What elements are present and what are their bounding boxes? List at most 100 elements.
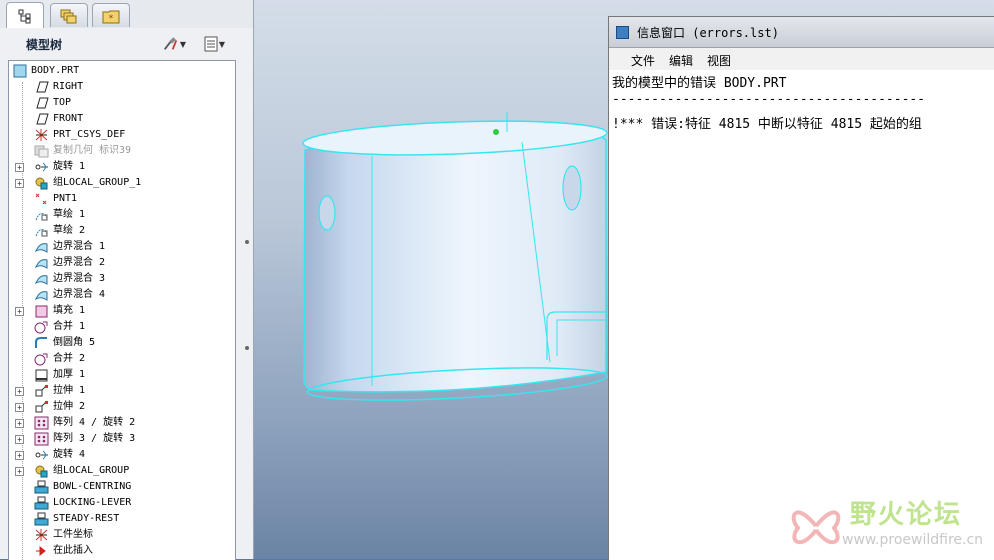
tree-item[interactable]: PNT1: [9, 191, 235, 207]
tree-item[interactable]: 复制几何 标识39: [9, 143, 235, 159]
expand-toggle-icon[interactable]: +: [15, 419, 24, 428]
info-window: 信息窗口 (errors.lst) 文件 编辑 视图 我的模型中的错误 BODY…: [608, 16, 994, 560]
menu-file[interactable]: 文件: [631, 52, 655, 69]
tree-item-label: 边界混合 2: [53, 257, 106, 268]
expand-toggle-icon[interactable]: +: [15, 467, 24, 476]
info-content[interactable]: 我的模型中的错误 BODY.PRT ----------------------…: [609, 70, 994, 560]
tree-item[interactable]: 边界混合 2: [9, 255, 235, 271]
layers-icon: [60, 9, 77, 23]
info-window-titlebar[interactable]: 信息窗口 (errors.lst): [609, 17, 994, 48]
tree-item[interactable]: 合并 1: [9, 319, 235, 335]
forum-watermark: 野火论坛 www.proewildfire.cn: [784, 492, 994, 559]
tree-item-label: 阵列 4 / 旋转 2: [53, 417, 136, 428]
tree-item-label: 合并 1: [53, 321, 86, 332]
copy-geom-icon: [34, 145, 49, 158]
splitter-grip: [245, 240, 249, 244]
tree-item[interactable]: 草绘 2: [9, 223, 235, 239]
extrude-icon: [35, 384, 48, 397]
tree-item[interactable]: + 拉伸 1: [9, 383, 235, 399]
pattern-icon: [34, 432, 49, 446]
tree-item-label: 合并 2: [53, 353, 86, 364]
revolve-icon: [35, 162, 48, 172]
pattern-icon: [34, 416, 49, 430]
tab-favorites[interactable]: *: [92, 3, 130, 27]
sketch-icon: [35, 213, 48, 221]
tree-item[interactable]: RIGHT: [9, 79, 235, 95]
tree-item[interactable]: + 组LOCAL_GROUP_1: [9, 175, 235, 191]
tree-item[interactable]: 加厚 1: [9, 367, 235, 383]
tree-item[interactable]: + 旋转 4: [9, 447, 235, 463]
sketch-icon: [35, 229, 48, 237]
list-icon: [204, 36, 218, 52]
fill-icon: [35, 305, 48, 318]
tree-root[interactable]: BODY.PRT: [9, 63, 235, 79]
info-line: 我的模型中的错误 BODY.PRT: [612, 76, 787, 91]
expand-toggle-icon[interactable]: +: [15, 403, 24, 412]
model-tree-icon: [18, 9, 31, 23]
model-tree-panel: * 模型树 ▼ ▼ BODY.PRT RIGHT TOP FRONT PRT_CSYS…: [0, 0, 254, 560]
round-icon: [35, 337, 47, 348]
tab-model-tree[interactable]: [6, 2, 44, 28]
tree-item-label: TOP: [53, 97, 72, 108]
tree-item[interactable]: + 组LOCAL_GROUP: [9, 463, 235, 479]
boundary-blend-icon: [34, 259, 48, 269]
part-icon: [13, 64, 27, 78]
tree-item-label: 复制几何 标识39: [53, 145, 132, 156]
info-error-line: !*** 错误:特征 4815 中断以特征 4815 起始的组: [612, 117, 922, 132]
menu-view[interactable]: 视图: [707, 52, 731, 69]
expand-toggle-icon[interactable]: +: [15, 387, 24, 396]
tree-item[interactable]: BOWL-CENTRING: [9, 479, 235, 495]
datum-plane-icon: [36, 113, 49, 125]
tree-item-label: 在此插入: [53, 545, 93, 556]
tree-item[interactable]: TOP: [9, 95, 235, 111]
chevron-down-icon: ▼: [218, 39, 226, 49]
tree-item[interactable]: 草绘 1: [9, 207, 235, 223]
boundary-blend-icon: [34, 243, 48, 253]
datum-point-icon: [35, 193, 47, 205]
menu-edit[interactable]: 编辑: [669, 52, 693, 69]
tree-item-label: 边界混合 4: [53, 289, 106, 300]
tree-item[interactable]: + 拉伸 2: [9, 399, 235, 415]
expand-toggle-icon[interactable]: +: [15, 163, 24, 172]
butterfly-logo-icon: [791, 510, 841, 545]
merge-icon: [34, 321, 48, 334]
tree-item-label: PNT1: [53, 193, 78, 204]
tree-item-label: 工件坐标: [53, 529, 93, 540]
tree-item[interactable]: + 阵列 3 / 旋转 3: [9, 431, 235, 447]
tree-item[interactable]: 工件坐标: [9, 527, 235, 543]
tree-header: 模型树 ▼ ▼: [0, 30, 253, 60]
component-icon: [34, 480, 49, 494]
tree-item[interactable]: + 旋转 1: [9, 159, 235, 175]
tree-item-label: 边界混合 3: [53, 273, 106, 284]
expand-toggle-icon[interactable]: +: [15, 179, 24, 188]
watermark-url: www.proewildfire.cn: [842, 532, 984, 548]
tree-item[interactable]: LOCKING-LEVER: [9, 495, 235, 511]
tree-item[interactable]: 边界混合 1: [9, 239, 235, 255]
expand-toggle-icon[interactable]: +: [15, 435, 24, 444]
tree-item[interactable]: FRONT: [9, 111, 235, 127]
info-separator: ----------------------------------------: [612, 92, 926, 107]
expand-toggle-icon[interactable]: +: [15, 451, 24, 460]
tree-item-label: 草绘 1: [53, 209, 86, 220]
component-icon: [34, 496, 49, 510]
tree-item[interactable]: + 阵列 4 / 旋转 2: [9, 415, 235, 431]
tree-item[interactable]: 边界混合 4: [9, 287, 235, 303]
tree-item[interactable]: STEADY-REST: [9, 511, 235, 527]
group-icon: [35, 465, 48, 478]
tree-show-button[interactable]: ▼: [202, 34, 226, 54]
tree-root-label: BODY.PRT: [31, 65, 80, 76]
boundary-blend-icon: [34, 291, 48, 301]
tree-item[interactable]: + 填充 1: [9, 303, 235, 319]
tab-layers[interactable]: [50, 3, 88, 27]
expand-toggle-icon[interactable]: +: [15, 307, 24, 316]
tree-item[interactable]: PRT_CSYS_DEF: [9, 127, 235, 143]
tree-item[interactable]: 在此插入: [9, 543, 235, 559]
insert-arrow-icon: [36, 545, 46, 557]
panel-splitter[interactable]: [243, 200, 251, 390]
tree-settings-button[interactable]: ▼: [162, 34, 186, 54]
tree-item[interactable]: 边界混合 3: [9, 271, 235, 287]
tree-item[interactable]: 倒圆角 5: [9, 335, 235, 351]
csys-icon: [35, 129, 48, 141]
tree-item[interactable]: 合并 2: [9, 351, 235, 367]
tree-item-label: 拉伸 1: [53, 385, 86, 396]
